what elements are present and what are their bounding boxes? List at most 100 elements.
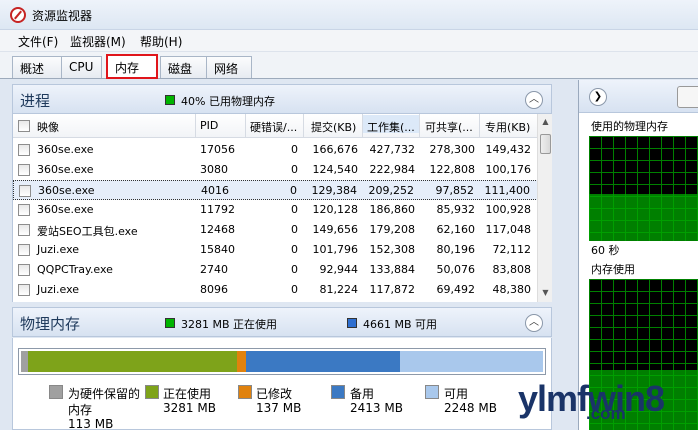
table-cell: 117,872 <box>369 283 416 296</box>
row-checkbox[interactable] <box>18 244 30 256</box>
legend-swatch-reserved <box>49 385 63 399</box>
row-checkbox[interactable] <box>18 224 30 236</box>
table-cell: Juzi.exe <box>37 243 80 256</box>
legend-label-reserved-line2: 内存 <box>68 403 93 417</box>
legend-swatch-in-use <box>145 385 159 399</box>
menu-file[interactable]: 文件(F) <box>18 33 58 50</box>
table-cell: 83,808 <box>492 263 532 276</box>
process-table: 映像 PID 硬错误/... 提交(KB) 工作集(... 可共享(... 专用… <box>12 114 538 302</box>
table-cell: 278,300 <box>429 143 476 156</box>
table-cell: 222,984 <box>369 163 416 176</box>
table-row[interactable]: QQPCTray.exe 2740 0 92,944 133,884 50,076 83,8… <box>13 260 538 280</box>
table-row[interactable]: Juzi.exe 8096 0 81,224 117,872 69,492 48,380 <box>13 280 538 300</box>
window-title: 资源监视器 <box>32 9 93 23</box>
table-cell: 69,492 <box>436 283 476 296</box>
table-cell: 117,048 <box>485 223 532 236</box>
process-table-header: 映像 PID 硬错误/... 提交(KB) 工作集(... 可共享(... 专用… <box>13 114 538 138</box>
column-private[interactable]: 专用(KB) <box>485 119 530 135</box>
menu-help[interactable]: 帮助(H) <box>140 33 182 50</box>
table-cell: 100,176 <box>485 163 532 176</box>
table-cell: 81,224 <box>319 283 359 296</box>
tab-overview[interactable]: 概述 <box>12 56 62 78</box>
physical-memory-header[interactable]: 物理内存 3281 MB 正在使用 4661 MB 可用 ︿ <box>12 307 552 337</box>
tab-cpu[interactable]: CPU <box>61 56 102 78</box>
table-cell: 0 <box>291 243 298 256</box>
table-cell: 0 <box>290 184 297 197</box>
table-cell: 15840 <box>200 243 235 256</box>
table-cell: 48,380 <box>492 283 532 296</box>
in-use-legend-swatch <box>165 318 175 328</box>
table-row[interactable]: 360se.exe 17056 0 166,676 427,732 278,300 149,… <box>13 140 538 160</box>
row-checkbox[interactable] <box>18 144 30 156</box>
column-hard-faults[interactable]: 硬错误/... <box>250 119 297 135</box>
legend-value-standby: 2413 MB <box>350 401 403 415</box>
row-checkbox[interactable] <box>18 284 30 296</box>
processes-header[interactable]: 进程 40% 已用物理内存 ︿ <box>12 84 552 114</box>
table-cell: 360se.exe <box>38 184 95 197</box>
table-cell: 85,932 <box>436 203 476 216</box>
table-cell: 186,860 <box>369 203 416 216</box>
tab-network[interactable]: 网络 <box>206 56 252 78</box>
row-checkbox[interactable] <box>18 164 30 176</box>
site-watermark: ylmfwin8 .com <box>498 376 698 430</box>
table-cell: 0 <box>291 203 298 216</box>
menu-bar: 文件(F) 监视器(M) 帮助(H) <box>0 30 698 52</box>
table-cell: 133,884 <box>369 263 416 276</box>
table-cell: 360se.exe <box>37 143 94 156</box>
table-row[interactable]: 360se.exe 11792 0 120,128 186,860 85,932 100,9… <box>13 200 538 220</box>
legend-value-free: 2248 MB <box>444 401 497 415</box>
legend-label-standby: 备用 <box>350 387 375 401</box>
table-cell: 爱站SEO工具包.exe <box>37 225 138 238</box>
table-cell: 0 <box>291 223 298 236</box>
table-cell: 166,676 <box>312 143 359 156</box>
process-table-scrollbar[interactable]: ▲ ▼ <box>537 114 552 302</box>
legend-value-in-use: 3281 MB <box>163 401 216 415</box>
menu-monitor[interactable]: 监视器(M) <box>70 33 126 50</box>
table-cell: 0 <box>291 263 298 276</box>
tab-memory[interactable]: 内存 <box>106 54 158 79</box>
column-pid[interactable]: PID <box>200 119 218 132</box>
table-cell: 0 <box>291 143 298 156</box>
row-checkbox[interactable] <box>19 185 31 197</box>
table-cell: 80,196 <box>436 243 476 256</box>
table-row[interactable]: Juzi.exe 15840 0 101,796 152,308 80,196 72,112 <box>13 240 538 260</box>
collapse-graph-pane-button[interactable]: ❯ <box>589 88 607 106</box>
watermark-suffix: .com <box>586 404 626 423</box>
table-cell: 149,432 <box>485 143 532 156</box>
collapse-processes-button[interactable]: ︿ <box>525 91 543 109</box>
row-checkbox[interactable] <box>18 204 30 216</box>
table-cell: QQPCTray.exe <box>37 263 113 276</box>
table-cell: 92,944 <box>319 263 359 276</box>
graph-time-label: 60 秒 <box>591 244 620 257</box>
table-cell: 120,128 <box>312 203 359 216</box>
table-row[interactable]: 爱站SEO工具包.exe 12468 0 149,656 179,208 62,160 11… <box>13 220 538 240</box>
bar-segment-free <box>400 351 543 372</box>
table-cell: 427,732 <box>369 143 416 156</box>
physical-memory-title: 物理内存 <box>20 315 81 333</box>
table-cell: 11792 <box>200 203 235 216</box>
physical-memory-used-label: 使用的物理内存 <box>591 120 668 133</box>
scroll-up-arrow[interactable]: ▲ <box>540 117 551 126</box>
table-cell: 8096 <box>200 283 228 296</box>
table-row[interactable]: 360se.exe 4016 0 129,384 209,252 97,852 111,40… <box>13 180 538 200</box>
scroll-down-arrow[interactable]: ▼ <box>540 288 551 297</box>
collapse-physical-memory-button[interactable]: ︿ <box>525 314 543 332</box>
column-shareable[interactable]: 可共享(... <box>425 119 473 135</box>
tab-disk[interactable]: 磁盘 <box>160 56 207 78</box>
select-all-checkbox[interactable] <box>18 120 30 132</box>
column-image[interactable]: 映像 <box>37 119 59 135</box>
table-cell: 97,852 <box>435 184 475 197</box>
views-button[interactable] <box>677 86 698 108</box>
memory-usage-percent: 40% 已用物理内存 <box>181 95 275 108</box>
main-panel: 进程 40% 已用物理内存 ︿ 映像 PID 硬错误/... 提交(KB) 工作… <box>12 80 552 430</box>
row-checkbox[interactable] <box>18 264 30 276</box>
table-cell: 2740 <box>200 263 228 276</box>
table-cell: 149,656 <box>312 223 359 236</box>
bar-segment-in-use <box>28 351 237 372</box>
column-working-set[interactable]: 工作集(... <box>363 115 419 134</box>
table-cell: 62,160 <box>436 223 476 236</box>
table-row[interactable]: 360se.exe 3080 0 124,540 222,984 122,808 100,1… <box>13 160 538 180</box>
column-commit[interactable]: 提交(KB) <box>311 119 356 135</box>
scroll-thumb[interactable] <box>540 134 551 154</box>
table-cell: 122,808 <box>429 163 476 176</box>
